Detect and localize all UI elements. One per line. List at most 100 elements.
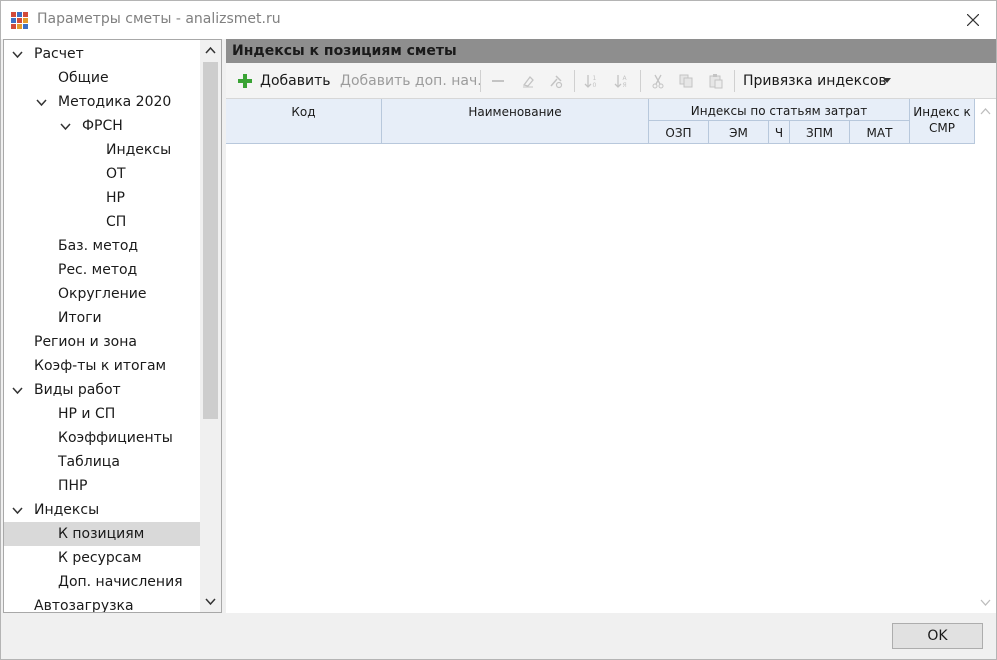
index-grid[interactable]: Код Наименование Индексы по статьям затр… [226, 99, 996, 613]
close-icon [967, 14, 979, 26]
toolbar-separator [734, 70, 735, 92]
col-header-smr-line1: Индекс к [913, 105, 971, 119]
chevron-down-icon[interactable] [12, 505, 23, 516]
tree-item-k-pozitsiyam[interactable]: К позициям [4, 522, 200, 546]
tree-scrollbar-thumb[interactable] [203, 62, 218, 419]
tree-item-metodika[interactable]: Методика 2020 [4, 90, 200, 114]
tree-item-label: Виды работ [34, 382, 121, 398]
col-header-name[interactable]: Наименование [382, 99, 649, 144]
tree-item-label: К позициям [58, 526, 145, 542]
col-header-zpm[interactable]: ЗПМ [790, 121, 850, 144]
tree-item-indeksy[interactable]: Индексы [4, 498, 200, 522]
dialog-window: Параметры сметы - analizsmet.ru Расчет О… [0, 0, 997, 660]
tree-item-label: Коэф-ты к итогам [34, 358, 167, 374]
col-header-em[interactable]: ЭМ [709, 121, 769, 144]
tree-item-label: Итоги [58, 310, 102, 326]
tree-item-label: Регион и зона [34, 334, 137, 350]
tree-item-nr-i-sp[interactable]: НР и СП [4, 402, 200, 426]
tree-item-itogi[interactable]: Итоги [4, 306, 200, 330]
add-extra-charge-label: Добавить доп. нач. [340, 73, 482, 89]
col-header-mat[interactable]: МАТ [850, 121, 910, 144]
svg-text:0: 0 [593, 82, 597, 89]
tree-item-label: Общие [58, 70, 109, 86]
close-button[interactable] [950, 1, 996, 39]
tree-item-koeffitsienty[interactable]: Коэффициенты [4, 426, 200, 450]
chevron-down-icon[interactable] [12, 385, 23, 396]
tree-item-label: Баз. метод [58, 238, 139, 254]
tree-item-tablitsa[interactable]: Таблица [4, 450, 200, 474]
caret-down-icon [883, 78, 891, 83]
settings-tree: Расчет Общие Методика 2020 ФРСН Индексы … [3, 39, 222, 613]
tree-item-sp[interactable]: СП [4, 210, 200, 234]
tree-item-label: Округление [58, 286, 147, 302]
tree-item-pnr[interactable]: ПНР [4, 474, 200, 498]
svg-text:A: A [623, 75, 628, 82]
tree-scrollbar[interactable] [200, 40, 221, 612]
index-binding-dropdown[interactable]: Привязка индексов [743, 63, 903, 99]
tree-item-label: Методика 2020 [58, 94, 172, 110]
grid-scrollbar[interactable] [975, 99, 996, 613]
sort-numeric-icon[interactable]: 1 0 [584, 73, 600, 89]
tree-item-baz-metod[interactable]: Баз. метод [4, 234, 200, 258]
add-button[interactable]: Добавить [236, 63, 336, 99]
toolbar-separator [640, 70, 641, 92]
tree-item-okruglenie[interactable]: Округление [4, 282, 200, 306]
plus-icon [238, 74, 252, 88]
tree-item-avtozagruzka[interactable]: Автозагрузка [4, 594, 200, 612]
tree-item-dop-nachisleniya[interactable]: Доп. начисления [4, 570, 200, 594]
tree-item-label: ОТ [106, 166, 126, 182]
content-panel: Индексы к позициям сметы Добавить Добави… [226, 39, 996, 613]
tree-item-raschet[interactable]: Расчет [4, 42, 200, 66]
app-icon [11, 12, 28, 29]
tree-item-nr[interactable]: НР [4, 186, 200, 210]
index-binding-label: Привязка индексов [743, 73, 887, 89]
scroll-down-icon[interactable] [205, 598, 216, 606]
col-header-ozp[interactable]: ОЗП [649, 121, 709, 144]
tree-item-label: ПНР [58, 478, 88, 494]
col-header-smr-line2: СМР [929, 121, 955, 135]
tree-item-k-resursam[interactable]: К ресурсам [4, 546, 200, 570]
panel-title: Индексы к позициям сметы [226, 39, 996, 63]
tree-item-label: Расчет [34, 46, 84, 62]
copy-icon[interactable] [678, 73, 694, 89]
col-header-smr-index[interactable]: Индекс к СМР [910, 99, 975, 144]
window-title: Параметры сметы - analizsmet.ru [37, 11, 281, 27]
tree-item-region[interactable]: Регион и зона [4, 330, 200, 354]
ok-button[interactable]: OK [892, 623, 983, 649]
tree-item-res-metod[interactable]: Рес. метод [4, 258, 200, 282]
tree-item-label: НР и СП [58, 406, 116, 422]
title-bar: Параметры сметы - analizsmet.ru [1, 1, 996, 39]
tree-item-label: Коэффициенты [58, 430, 173, 446]
tree-item-ot[interactable]: ОТ [4, 162, 200, 186]
sort-alpha-icon[interactable]: A Я [614, 73, 630, 89]
eraser-icon[interactable] [520, 73, 536, 89]
tree-item-label: НР [106, 190, 125, 206]
chevron-down-icon[interactable] [12, 49, 23, 60]
tree-item-frsn[interactable]: ФРСН [4, 114, 200, 138]
tree-item-obshchie[interactable]: Общие [4, 66, 200, 90]
delete-icon[interactable] [490, 73, 506, 89]
col-header-group: Индексы по статьям затрат [649, 99, 910, 121]
tree-item-label: Индексы [106, 142, 172, 158]
clear-binding-icon[interactable] [548, 73, 564, 89]
grid-header: Код Наименование Индексы по статьям затр… [226, 99, 975, 144]
col-header-code[interactable]: Код [226, 99, 382, 144]
tree-item-koef-itogi[interactable]: Коэф-ты к итогам [4, 354, 200, 378]
tree-item-indeksy-frsn[interactable]: Индексы [4, 138, 200, 162]
tree-item-label: Доп. начисления [58, 574, 183, 590]
toolbar-separator [480, 70, 481, 92]
tree-item-label: Индексы [34, 502, 100, 518]
paste-icon[interactable] [708, 73, 724, 89]
scroll-down-icon[interactable] [980, 599, 991, 607]
scroll-up-icon[interactable] [980, 107, 991, 115]
cut-icon[interactable] [650, 73, 666, 89]
chevron-down-icon[interactable] [60, 121, 71, 132]
svg-text:Я: Я [623, 82, 627, 89]
chevron-down-icon[interactable] [36, 97, 47, 108]
tree-item-label: Таблица [58, 454, 120, 470]
col-header-ch[interactable]: Ч [769, 121, 790, 144]
add-extra-charge-button[interactable]: Добавить доп. нач. [340, 63, 482, 99]
scroll-up-icon[interactable] [205, 46, 216, 54]
tree-item-label: Рес. метод [58, 262, 138, 278]
tree-item-vidy-rabot[interactable]: Виды работ [4, 378, 200, 402]
